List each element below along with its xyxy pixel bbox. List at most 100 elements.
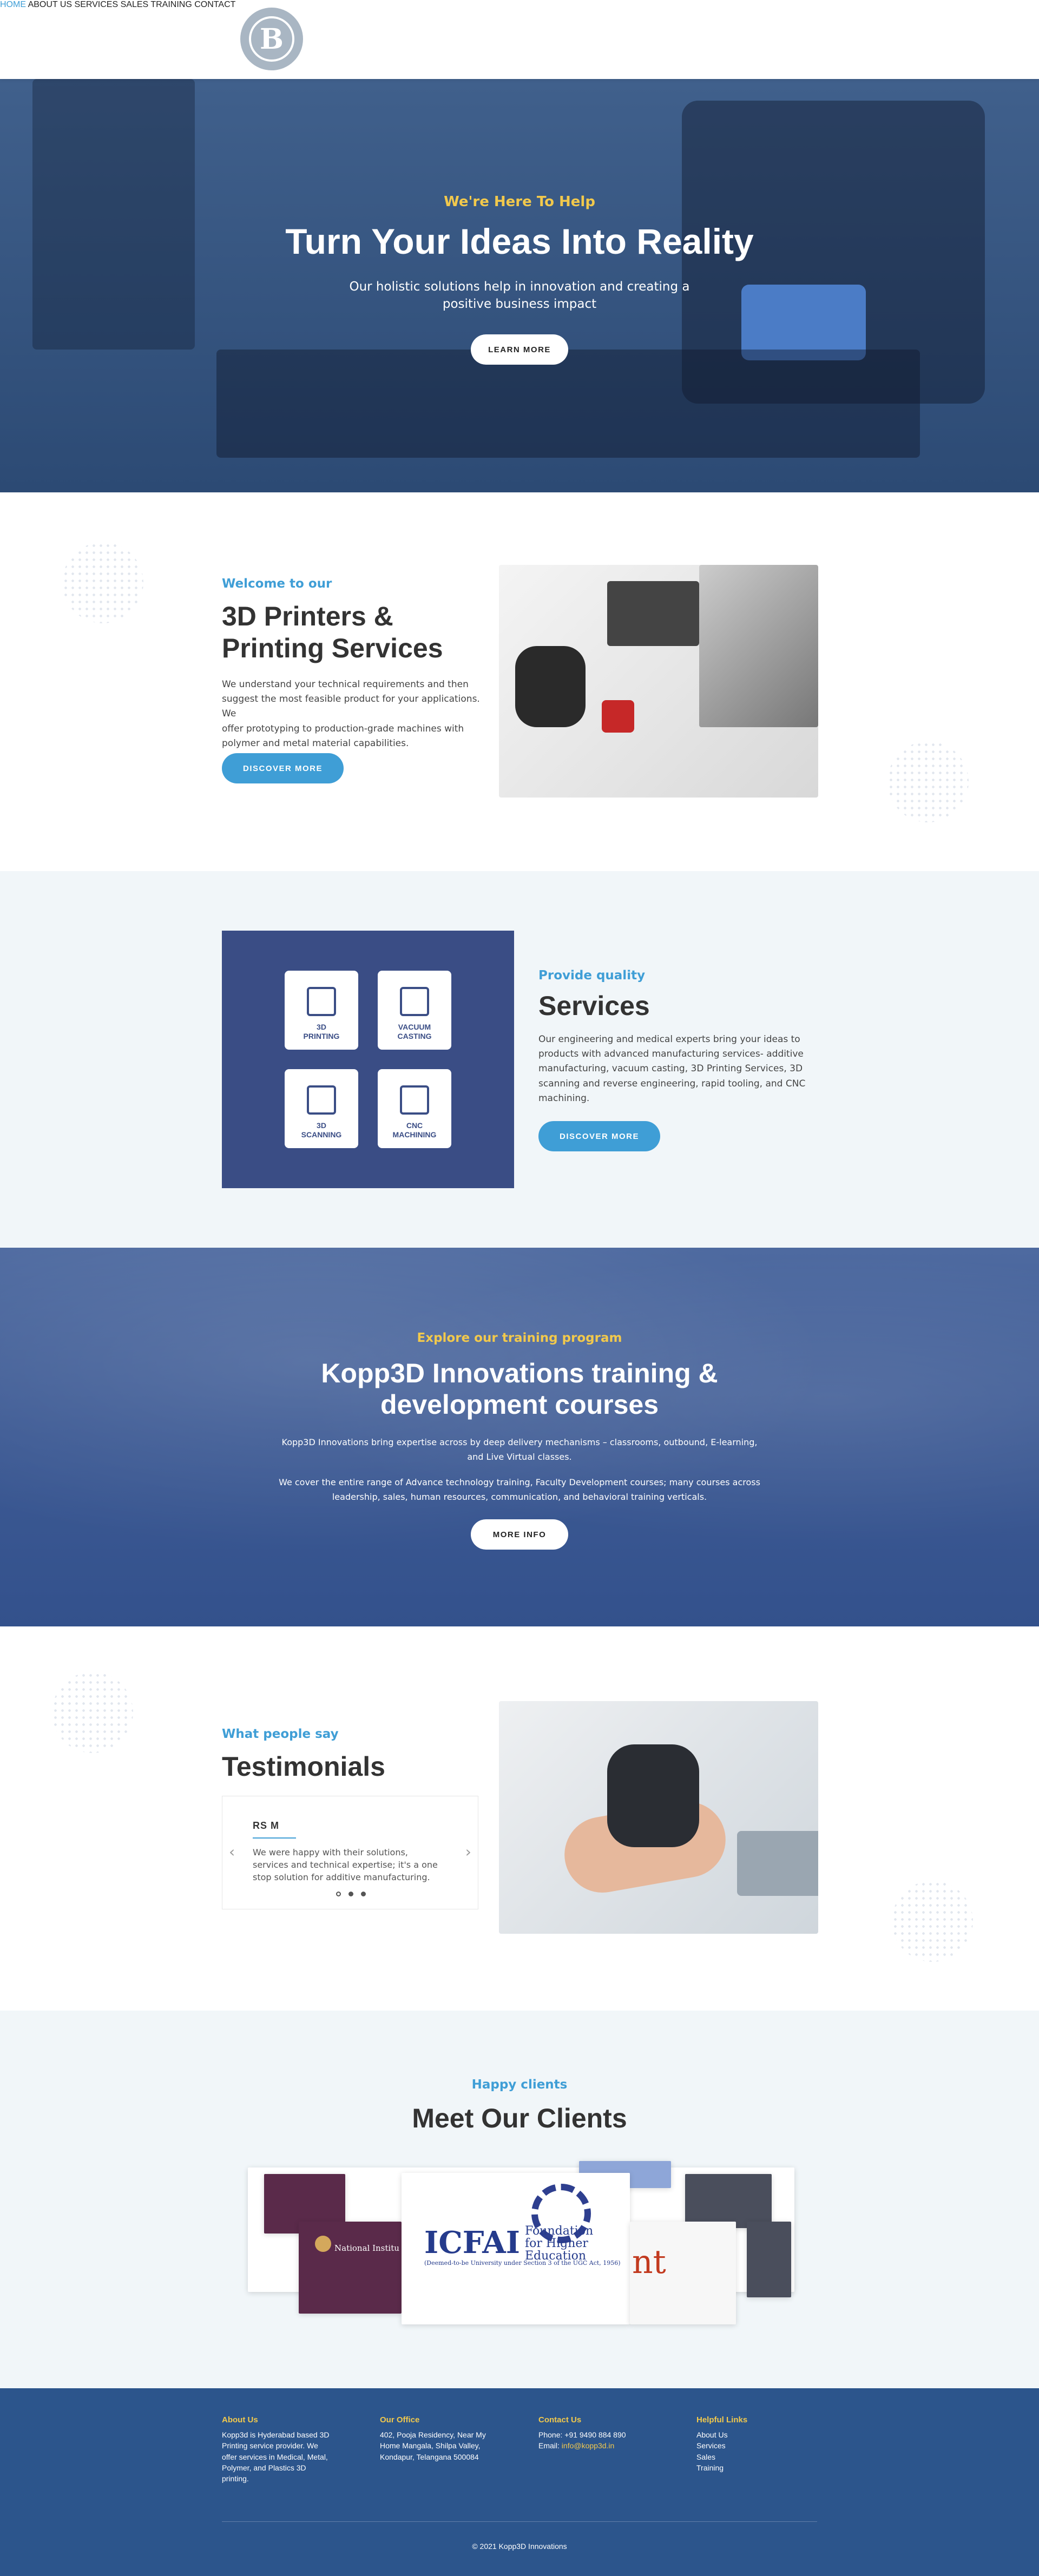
card-label: 3D: [317, 1023, 326, 1032]
cnc-icon: [400, 1085, 429, 1115]
footer-email-label: Email:: [538, 2441, 562, 2450]
training-title-line2: development courses: [380, 1389, 659, 1420]
nav-training[interactable]: TRAINING: [150, 0, 192, 9]
services-discover-more-button[interactable]: DISCOVER MORE: [538, 1121, 660, 1151]
nav-about-us[interactable]: ABOUT US: [28, 0, 73, 9]
footer-office-title: Our Office: [380, 2415, 420, 2425]
welcome-text-line: We understand your technical requirement…: [222, 679, 469, 690]
services-text-line: products with advanced manufacturing ser…: [538, 1049, 804, 1060]
training-para2: We cover the entire range of Advance tec…: [0, 1475, 1039, 1504]
dot-pattern: [62, 542, 143, 623]
welcome-text-line: offer prototyping to production-grade ma…: [222, 723, 464, 734]
carousel-dot[interactable]: [361, 1892, 366, 1896]
scanner-icon: [307, 1085, 336, 1115]
client-logo-national-institute: National Institu: [299, 2222, 402, 2314]
laptop-shape: [737, 1831, 818, 1896]
hero-subtitle-line2: positive business impact: [442, 297, 597, 312]
footer-about-line: Printing service provider. We: [222, 2441, 318, 2450]
training-kicker: Explore our training program: [417, 1331, 622, 1345]
clients-section: Happy clients Meet Our Clients National …: [0, 2011, 1039, 2388]
services-text-line: scanning and reverse engineering, rapid …: [538, 1078, 806, 1089]
hero-subtitle-line1: Our holistic solutions help in innovatio…: [349, 280, 690, 294]
footer-contact-title: Contact Us: [538, 2415, 582, 2425]
learn-more-button[interactable]: LEARN MORE: [471, 334, 568, 365]
printed-part-shape: [607, 1744, 699, 1847]
footer-link-services[interactable]: Services: [696, 2440, 728, 2451]
institute-name: National Institu: [334, 2243, 399, 2253]
card-label: CASTING: [397, 1032, 432, 1041]
logo-mark: B: [249, 16, 294, 62]
footer-link-sales[interactable]: Sales: [696, 2452, 728, 2462]
service-card-cnc-machining[interactable]: CNC MACHINING: [378, 1069, 451, 1148]
laptop-shape: [607, 581, 699, 646]
clients-title: Meet Our Clients: [412, 2103, 627, 2133]
footer-office-line: Kondapur, Telangana 500084: [380, 2452, 479, 2461]
nav-home[interactable]: HOME: [0, 0, 26, 9]
footer-link-about-us[interactable]: About Us: [696, 2429, 728, 2440]
icfai-wordmark: ICFAI: [424, 2225, 520, 2261]
training-para-line: leadership, sales, human resources, comm…: [332, 1492, 707, 1503]
testimonials-kicker: What people say: [222, 1727, 339, 1741]
service-card-vacuum-casting[interactable]: VACUUM CASTING: [378, 971, 451, 1050]
footer-office-text: 402, Pooja Residency, Near My Home Manga…: [380, 2429, 486, 2462]
welcome-title-line1: 3D Printers &: [222, 601, 393, 631]
training-para-line: and Live Virtual classes.: [467, 1452, 572, 1462]
service-card-3d-printing[interactable]: 3D PRINTING: [285, 971, 358, 1050]
nav-services[interactable]: SERVICES: [75, 0, 119, 9]
dot-pattern: [887, 741, 969, 822]
client-logo-tile: [685, 2174, 772, 2228]
training-section: Explore our training program Kopp3D Inno…: [0, 1248, 1039, 1626]
site-header: B HOME ABOUT US SERVICES SALES TRAINING …: [0, 0, 1039, 79]
printer-icon: [307, 987, 336, 1017]
footer-about-title: About Us: [222, 2415, 258, 2425]
welcome-kicker: Welcome to our: [222, 577, 332, 591]
footer-contact-text: Phone: +91 9490 884 890 Email: info@kopp…: [538, 2429, 626, 2452]
client-logo-icfai: ICFAI Foundation for Higher Education (D…: [402, 2173, 630, 2324]
hero-section: We're Here To Help Turn Your Ideas Into …: [0, 79, 1039, 492]
dot-pattern: [892, 1881, 973, 1962]
nav-contact[interactable]: CONTACT: [194, 0, 235, 9]
carousel-dot[interactable]: [348, 1892, 353, 1896]
training-title-line1: Kopp3D Innovations training &: [321, 1358, 718, 1388]
site-logo[interactable]: B: [240, 8, 303, 70]
welcome-section: Welcome to our 3D Printers & Printing Se…: [0, 492, 1039, 871]
training-para-line: Kopp3D Innovations bring expertise acros…: [281, 1437, 758, 1447]
services-kicker: Provide quality: [538, 969, 646, 983]
prev-arrow-icon[interactable]: ‹: [229, 1843, 235, 1861]
card-label: SCANNING: [301, 1130, 342, 1139]
footer-about-line: offer services in Medical, Metal,: [222, 2452, 328, 2461]
footer-about-line: printing.: [222, 2474, 249, 2483]
testimonial-card: RS M We were happy with their solutions,…: [222, 1796, 478, 1909]
welcome-text-line: polymer and metal material capabilities.: [222, 737, 409, 749]
footer-office-line: 402, Pooja Residency, Near My: [380, 2430, 486, 2439]
welcome-text: We understand your technical requirement…: [222, 677, 482, 751]
printing-tools-image: [499, 565, 818, 798]
site-footer: About Us Kopp3d is Hyderabad based 3D Pr…: [0, 2388, 1039, 2576]
part-shape: [515, 646, 586, 727]
machine-shape: [699, 565, 818, 727]
nav-sales[interactable]: SALES: [121, 0, 149, 9]
hands-prototype-image: [499, 1701, 818, 1934]
dot-pattern: [52, 1672, 133, 1753]
footer-links-title: Helpful Links: [696, 2415, 748, 2425]
quote-line: stop solution for additive manufacturing…: [253, 1872, 430, 1883]
services-section: [0, 871, 1039, 1250]
icfai-tagline-line: for Higher Education: [525, 2237, 588, 2263]
discover-more-button[interactable]: DISCOVER MORE: [222, 753, 344, 783]
next-arrow-icon[interactable]: ›: [465, 1843, 471, 1861]
testimonial-quote: We were happy with their solutions, serv…: [253, 1846, 448, 1884]
services-panel: 3D PRINTING VACUUM CASTING 3D SCANNING C…: [222, 931, 514, 1188]
footer-link-training[interactable]: Training: [696, 2462, 728, 2473]
footer-email-link[interactable]: info@kopp3d.in: [562, 2441, 615, 2450]
welcome-title: 3D Printers & Printing Services: [222, 601, 443, 664]
carousel-dot-active[interactable]: [336, 1892, 341, 1896]
service-card-3d-scanning[interactable]: 3D SCANNING: [285, 1069, 358, 1148]
card-label: VACUUM: [398, 1023, 431, 1032]
footer-about-line: Kopp3d is Hyderabad based 3D: [222, 2430, 330, 2439]
footer-phone: Phone: +91 9490 884 890: [538, 2430, 626, 2439]
client-logo-tile: [747, 2222, 791, 2297]
training-title: Kopp3D Innovations training & developmen…: [0, 1358, 1039, 1420]
services-text-line: Our engineering and medical experts brin…: [538, 1034, 800, 1045]
card-label: MACHINING: [392, 1130, 437, 1139]
more-info-button[interactable]: MORE INFO: [471, 1519, 568, 1550]
